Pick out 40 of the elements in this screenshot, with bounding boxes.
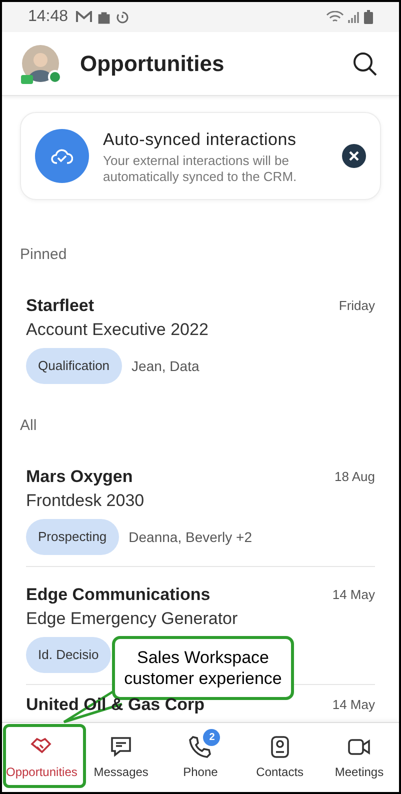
bag-icon xyxy=(98,10,110,24)
mail-icon xyxy=(76,11,92,23)
battery-icon xyxy=(364,10,373,24)
nav-tab[interactable]: Phone 2 xyxy=(162,726,238,788)
account-name: Starfleet xyxy=(26,296,94,316)
nav-tab[interactable]: Opportunities xyxy=(4,726,80,788)
count-badge: 2 xyxy=(203,728,220,746)
section-label: All xyxy=(19,416,38,436)
close-button[interactable] xyxy=(342,144,366,168)
banner-title: Auto-synced interactions xyxy=(103,129,298,152)
account-name: Mars Oxygen xyxy=(26,467,133,487)
message-icon xyxy=(109,734,134,758)
nav-tab[interactable]: Messages xyxy=(83,726,160,788)
nav-tab[interactable]: Contacts xyxy=(242,726,318,788)
phone-icon xyxy=(188,734,212,758)
nav-tab[interactable]: Meetings xyxy=(321,726,398,788)
opportunity-title: Edge Emergency Generator xyxy=(26,609,239,629)
stage-tag: Id. Decisio xyxy=(26,637,111,673)
opportunity-title: Frontdesk 2030 xyxy=(26,491,146,511)
page-title: Opportunities xyxy=(80,50,224,78)
account-name: Edge Communications xyxy=(26,585,210,605)
wifi-icon xyxy=(326,10,344,24)
section-label: Pinned xyxy=(19,245,68,265)
search-button[interactable] xyxy=(351,50,379,78)
signal-icon xyxy=(348,10,360,24)
timer-icon xyxy=(116,10,130,24)
date-label: 14 May xyxy=(332,586,375,604)
people-text: Jean, Data xyxy=(132,356,200,376)
banner-text: Your external interactions will be automatically synced to the CRM. xyxy=(103,152,298,185)
date-label: 14 May xyxy=(332,696,375,714)
status-time: 14:48 xyxy=(28,7,68,27)
stage-tag: Prospecting xyxy=(26,519,119,555)
date-label: Friday xyxy=(338,297,375,315)
opportunity-title: Account Executive 2022 xyxy=(26,320,210,340)
date-label: 18 Aug xyxy=(334,468,375,486)
cloud-check-icon xyxy=(35,129,89,183)
search-icon xyxy=(352,50,378,76)
stage-tag: Qualification xyxy=(26,348,122,384)
close-icon xyxy=(349,151,359,161)
people-text: Deanna, Beverly +2 xyxy=(128,528,252,547)
